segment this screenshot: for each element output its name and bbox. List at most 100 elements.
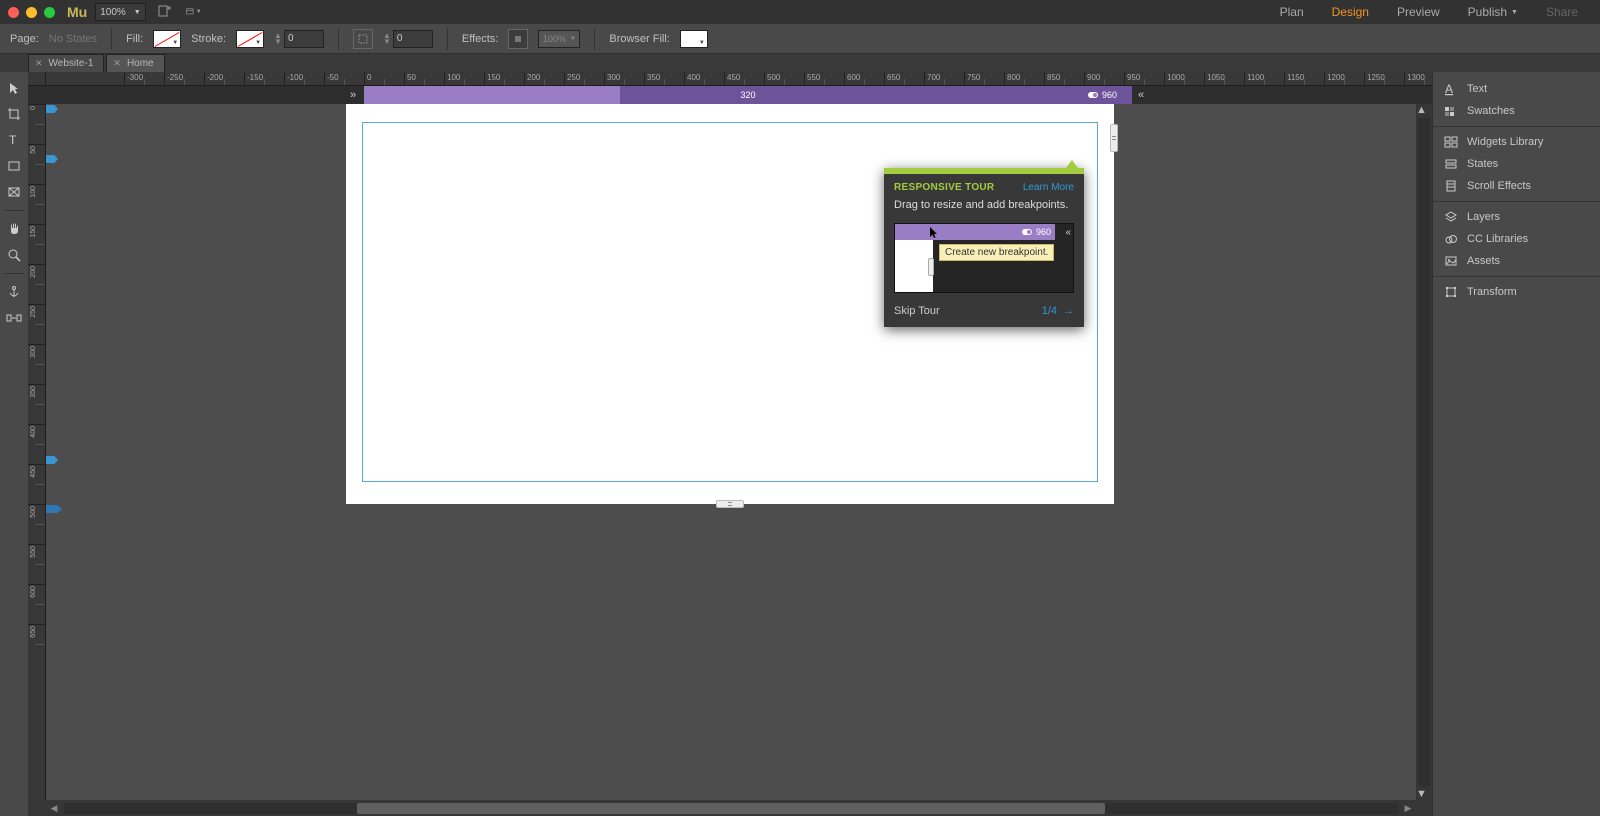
corner-radius-input[interactable] — [393, 30, 433, 48]
zoom-level-value: 100% — [100, 7, 126, 18]
states-icon — [1443, 156, 1459, 172]
editor: -300-250-200-150-100-5005010015020025030… — [28, 72, 1432, 816]
control-bar: Page: No States Fill: ▼ Stroke: ▼ ▲▼ ▲▼ … — [0, 24, 1600, 54]
doctab-label: Home — [127, 58, 154, 69]
effects-opacity-select[interactable]: 100% ▼ — [538, 30, 580, 48]
app-logo: Mu — [67, 4, 87, 20]
panel-layers[interactable]: Layers — [1433, 206, 1600, 228]
tab-plan[interactable]: Plan — [1266, 0, 1318, 24]
panel-label: Scroll Effects — [1467, 180, 1531, 192]
tour-learn-more-link[interactable]: Learn More — [1023, 182, 1074, 193]
guide-marker[interactable] — [46, 155, 58, 163]
panel-transform[interactable]: Transform — [1433, 281, 1600, 303]
doctab-website[interactable]: ✕ Website-1 — [28, 54, 104, 72]
spacing-tool[interactable] — [3, 308, 25, 328]
divider — [447, 28, 448, 50]
tool-separator — [4, 273, 24, 274]
panel-cc-libraries[interactable]: CC Libraries — [1433, 228, 1600, 250]
crop-tool[interactable] — [3, 104, 25, 124]
panel-assets[interactable]: Assets — [1433, 250, 1600, 272]
panel-label: CC Libraries — [1467, 233, 1528, 245]
page-resize-handle[interactable] — [1110, 124, 1118, 152]
page-state-value[interactable]: No States — [49, 33, 97, 45]
text-tool[interactable]: T — [3, 130, 25, 150]
tour-demo-breakpoint-bar: 960 — [895, 224, 1055, 240]
panel-label: Layers — [1467, 211, 1500, 223]
stroke-swatch[interactable]: ▼ — [236, 30, 264, 48]
scroll-down-icon[interactable]: ▼ — [1416, 788, 1432, 800]
scroll-up-icon[interactable]: ▲ — [1416, 104, 1432, 116]
zoom-window-button[interactable] — [44, 7, 55, 18]
page-resize-handle-top[interactable] — [716, 500, 744, 508]
cc-icon — [1443, 231, 1459, 247]
swatches-icon — [1443, 103, 1459, 119]
panel-states[interactable]: States — [1433, 153, 1600, 175]
canvas-viewport[interactable]: RESPONSIVE TOUR Learn More Drag to resiz… — [46, 104, 1416, 800]
guide-marker[interactable] — [46, 456, 58, 464]
effects-label: Effects: — [462, 33, 498, 45]
tab-share[interactable]: Share — [1532, 0, 1592, 24]
vertical-scrollbar[interactable]: ▲ ▼ — [1416, 104, 1432, 800]
tool-separator — [4, 210, 24, 211]
panel-separator — [1433, 201, 1600, 202]
arrow-right-icon: → — [1063, 305, 1074, 317]
guide-marker[interactable] — [46, 105, 58, 113]
selection-tool[interactable] — [3, 78, 25, 98]
hand-tool[interactable] — [3, 219, 25, 239]
tour-title: RESPONSIVE TOUR — [894, 182, 994, 193]
vertical-ruler[interactable]: 050100150200250300350400450500550600650 — [28, 104, 46, 800]
frame-tool[interactable] — [3, 182, 25, 202]
close-window-button[interactable] — [8, 7, 19, 18]
stroke-stepper-icon[interactable]: ▲▼ — [274, 33, 282, 45]
panel-label: Assets — [1467, 255, 1500, 267]
canvas-row: 050100150200250300350400450500550600650 — [28, 104, 1432, 800]
zoom-level-select[interactable]: 100% ▼ — [95, 3, 146, 21]
panel-label: States — [1467, 158, 1498, 170]
rectangle-tool[interactable] — [3, 156, 25, 176]
horizontal-scrollbar[interactable]: ◀ ▶ — [28, 800, 1432, 816]
tour-skip-button[interactable]: Skip Tour — [894, 305, 940, 317]
widgets-icon — [1443, 134, 1459, 150]
guide-marker-footer[interactable] — [46, 505, 62, 513]
transform-icon — [1443, 284, 1459, 300]
horizontal-ruler[interactable]: -300-250-200-150-100-5005010015020025030… — [46, 72, 1432, 85]
breakpoint-bar[interactable]: 320 960 » « — [46, 86, 1432, 104]
doctab-label: Website-1 — [49, 58, 94, 69]
tab-design[interactable]: Design — [1318, 0, 1383, 24]
zoom-tool[interactable] — [3, 245, 25, 265]
fill-swatch[interactable]: ▼ — [153, 30, 181, 48]
new-page-icon[interactable] — [156, 4, 172, 20]
breakpoint-min-label: 320 — [740, 90, 755, 100]
close-tab-icon[interactable]: ✕ — [113, 58, 121, 69]
breakpoint-range-min[interactable] — [364, 86, 620, 104]
tool-sidebar: T — [0, 72, 28, 816]
browser-fill-swatch[interactable]: ▼ — [680, 30, 708, 48]
panel-scroll-effects[interactable]: Scroll Effects — [1433, 175, 1600, 197]
doctab-home[interactable]: ✕ Home — [106, 54, 164, 72]
view-options-icon[interactable]: ▼ — [186, 4, 202, 20]
scroll-right-icon[interactable]: ▶ — [1400, 800, 1416, 816]
panel-swatches[interactable]: Swatches — [1433, 100, 1600, 122]
breakpoint-bar-row: 320 960 » « — [28, 86, 1432, 104]
stroke-weight-input[interactable] — [284, 30, 324, 48]
effects-toggle-icon[interactable] — [508, 29, 528, 49]
close-tab-icon[interactable]: ✕ — [35, 58, 43, 69]
caret-down-icon: ▼ — [134, 9, 141, 16]
panel-separator — [1433, 126, 1600, 127]
breakpoint-collapse-right-icon[interactable]: « — [1138, 89, 1144, 101]
divider — [594, 28, 595, 50]
tour-next-button[interactable]: 1/4 → — [1042, 305, 1074, 317]
tab-publish[interactable]: Publish▼ — [1454, 0, 1532, 24]
tab-preview[interactable]: Preview — [1383, 0, 1454, 24]
mode-tabs: Plan Design Preview Publish▼ Share — [1266, 0, 1592, 24]
panel-widgets-library[interactable]: Widgets Library — [1433, 131, 1600, 153]
anchor-tool[interactable] — [3, 282, 25, 302]
panel-text[interactable]: AText — [1433, 78, 1600, 100]
corner-stepper-icon[interactable]: ▲▼ — [383, 33, 391, 45]
right-panel-dock: ATextSwatches Widgets Library States Scroll… — [1432, 72, 1600, 816]
ruler-corner — [28, 72, 46, 86]
breakpoint-collapse-left-icon[interactable]: » — [350, 89, 356, 101]
corner-options-icon[interactable] — [353, 29, 373, 49]
minimize-window-button[interactable] — [26, 7, 37, 18]
scroll-left-icon[interactable]: ◀ — [46, 800, 62, 816]
